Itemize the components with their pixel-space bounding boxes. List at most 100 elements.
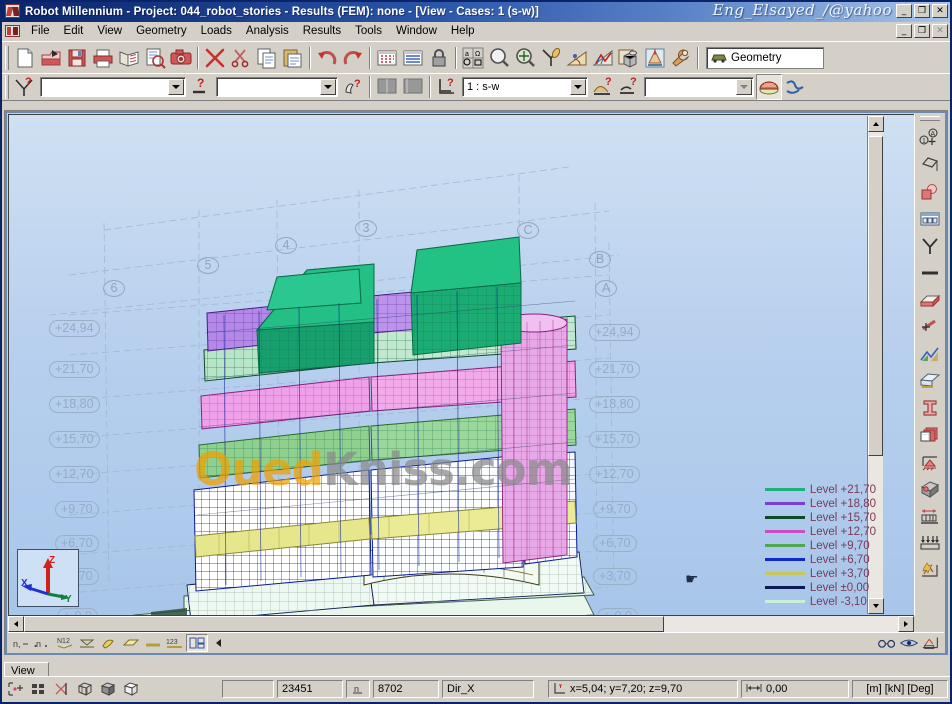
- print-icon[interactable]: [90, 45, 116, 71]
- view-cube-wire-icon[interactable]: [75, 679, 95, 699]
- pointer-query-icon[interactable]: ?: [340, 74, 366, 100]
- node-query-icon[interactable]: ?: [12, 74, 38, 100]
- glasses-icon[interactable]: [876, 634, 898, 652]
- support-fork-icon[interactable]: [917, 232, 943, 259]
- camera-icon[interactable]: [168, 45, 194, 71]
- scroll-up-button[interactable]: [868, 116, 884, 132]
- panel-numbers-icon[interactable]: N12: [54, 634, 76, 652]
- menu-analysis[interactable]: Analysis: [239, 23, 296, 40]
- close-button[interactable]: ✕: [932, 4, 948, 18]
- menu-edit[interactable]: Edit: [57, 23, 91, 40]
- scroll-right-button[interactable]: [898, 616, 914, 632]
- extra-combo[interactable]: [644, 77, 754, 97]
- menu-view[interactable]: View: [90, 23, 129, 40]
- save-icon[interactable]: [64, 45, 90, 71]
- preferences-wrench-icon[interactable]: [668, 45, 694, 71]
- pan-zoom-icon[interactable]: [512, 45, 538, 71]
- restore-button[interactable]: ❐: [914, 4, 930, 18]
- panel-left-icon[interactable]: [374, 74, 400, 100]
- grid-view-icon[interactable]: [29, 679, 49, 699]
- child-restore-button[interactable]: ❐: [914, 24, 930, 38]
- menu-tools[interactable]: Tools: [348, 23, 389, 40]
- menu-window[interactable]: Window: [389, 23, 444, 40]
- solid-block-icon[interactable]: [917, 475, 943, 502]
- node-selection-combo[interactable]: [40, 77, 186, 97]
- table-red-icon[interactable]: [374, 45, 400, 71]
- select-nodes-icon[interactable]: [6, 679, 26, 699]
- load-arrows-icon[interactable]: [917, 529, 943, 556]
- scroll-thumb-horizontal[interactable]: [24, 616, 664, 632]
- numbers-123-icon[interactable]: 123: [164, 634, 186, 652]
- snap-node-icon[interactable]: [538, 45, 564, 71]
- redo-icon[interactable]: [340, 45, 366, 71]
- menu-help[interactable]: Help: [444, 23, 482, 40]
- panel-right-icon[interactable]: [400, 74, 426, 100]
- chevron-down-icon-2[interactable]: [320, 79, 336, 95]
- layout-toggle-icon[interactable]: [186, 633, 208, 652]
- dimension-line-icon[interactable]: [917, 502, 943, 529]
- cut-scissors-icon[interactable]: [228, 45, 254, 71]
- loads-tool-icon[interactable]: [917, 556, 943, 583]
- solid-cylinder-icon[interactable]: [917, 178, 943, 205]
- menu-loads[interactable]: Loads: [194, 23, 239, 40]
- results-wave-icon[interactable]: [782, 74, 808, 100]
- fill-color-icon[interactable]: [98, 634, 120, 652]
- panel-solid-icon[interactable]: [120, 634, 142, 652]
- section-shape-icon[interactable]: [76, 634, 98, 652]
- bar-query-icon[interactable]: ?: [188, 74, 214, 100]
- menu-file[interactable]: File: [24, 23, 57, 40]
- cut-plane-icon[interactable]: [52, 679, 72, 699]
- minimize-button[interactable]: _: [896, 4, 912, 18]
- layer-selector[interactable]: Geometry: [706, 46, 824, 69]
- diagram-color-icon[interactable]: [917, 340, 943, 367]
- view-cube-empty-icon[interactable]: [121, 679, 141, 699]
- panel-solid-3d-icon[interactable]: [917, 286, 943, 313]
- paste-icon[interactable]: [280, 45, 306, 71]
- scroll-left-button[interactable]: [8, 616, 24, 632]
- diagram-icon[interactable]: [590, 45, 616, 71]
- bar-line-icon[interactable]: [917, 259, 943, 286]
- floor-line-icon[interactable]: [142, 634, 164, 652]
- table-blue-icon[interactable]: [400, 45, 426, 71]
- i-beam-section-icon[interactable]: [917, 394, 943, 421]
- supports-icon[interactable]: [642, 45, 668, 71]
- measure-icon[interactable]: [564, 45, 590, 71]
- menu-geometry[interactable]: Geometry: [129, 23, 194, 40]
- view-cube-solid-icon[interactable]: [98, 679, 118, 699]
- scroll-thumb-vertical[interactable]: [868, 136, 883, 456]
- collapse-left-icon[interactable]: [208, 634, 230, 652]
- chevron-down-icon-3[interactable]: [570, 79, 586, 95]
- new-file-icon[interactable]: [12, 45, 38, 71]
- child-close-button[interactable]: ✕: [932, 24, 948, 38]
- copy-icon[interactable]: [254, 45, 280, 71]
- menu-results[interactable]: Results: [296, 23, 348, 40]
- section-cut-icon[interactable]: [917, 313, 943, 340]
- zoom-panel-icon[interactable]: a Ω: [460, 45, 486, 71]
- node-number-icon[interactable]: 1 A: [917, 124, 943, 151]
- chevron-down-icon[interactable]: [168, 79, 184, 95]
- print-preview-book-icon[interactable]: [116, 45, 142, 71]
- diamond-shape-icon[interactable]: [917, 151, 943, 178]
- vtoolbar-grip[interactable]: [919, 116, 940, 121]
- open-file-icon[interactable]: [38, 45, 64, 71]
- toolbar-grip-2[interactable]: [5, 75, 9, 99]
- section-table-icon[interactable]: [917, 205, 943, 232]
- section-color-icon[interactable]: [756, 74, 782, 100]
- screen-capture-icon[interactable]: [142, 45, 168, 71]
- toolbar-grip[interactable]: [5, 45, 9, 70]
- slab-render-icon[interactable]: [917, 367, 943, 394]
- bar-selection-combo[interactable]: [216, 77, 338, 97]
- node-symbols-icon[interactable]: n: [32, 634, 54, 652]
- view-eye-icon[interactable]: [898, 634, 920, 652]
- undo-icon[interactable]: [314, 45, 340, 71]
- node-numbers-icon[interactable]: n,: [10, 634, 32, 652]
- chevron-down-icon-4[interactable]: [736, 79, 752, 95]
- solid-3d-icon[interactable]: [616, 45, 642, 71]
- support-symbol-icon[interactable]: [917, 448, 943, 475]
- lock-icon[interactable]: [426, 45, 452, 71]
- load-case-icon[interactable]: ?: [434, 74, 460, 100]
- moment-diagram-icon[interactable]: ?: [590, 74, 616, 100]
- load-case-combo[interactable]: 1 : s-w: [462, 77, 588, 97]
- zoom-icon[interactable]: [486, 45, 512, 71]
- delete-x-icon[interactable]: [202, 45, 228, 71]
